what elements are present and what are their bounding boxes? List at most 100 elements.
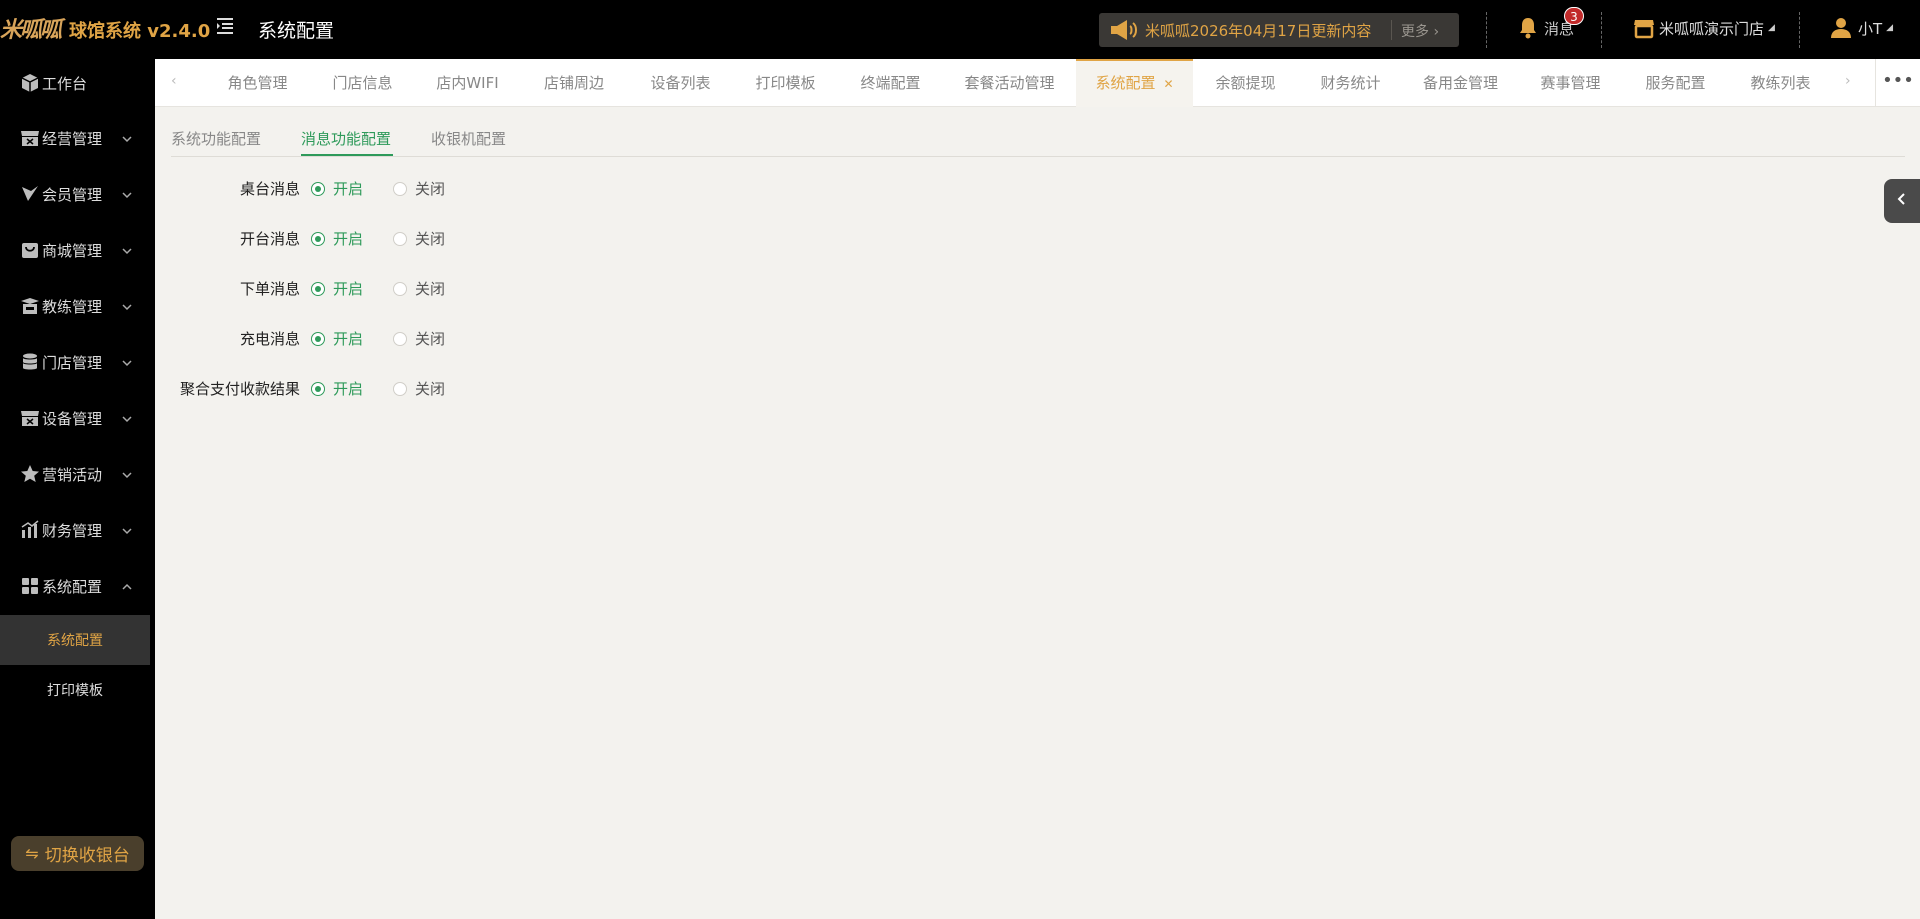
more-icon[interactable]: ••• [1875,59,1920,107]
radio-off[interactable]: 关闭 [393,378,445,399]
device-icon [20,408,40,428]
chevron-down-icon [121,411,133,423]
radio-dot [393,181,407,196]
store-name: 米呱呱演示门店 [1659,19,1765,38]
tabs-scroll-left-icon[interactable]: ‹ [171,73,177,89]
sidebar-subitem-system-config[interactable]: 系统配置 [0,615,150,665]
setting-label: 聚合支付收款结果 [179,380,300,398]
subtab-message-function[interactable]: 消息功能配置 [301,128,391,149]
radio-dot [311,381,325,396]
switch-cashier-button[interactable]: ⇋ 切换收银台 [11,836,144,871]
chevron-down-icon [121,523,133,535]
tab-store-info[interactable]: 门店信息 [310,59,415,107]
sidebar-item-label: 门店管理 [42,353,103,372]
radio-off[interactable]: 关闭 [393,328,445,349]
collapse-panel-button[interactable] [1884,179,1920,223]
sidebar-item-coach[interactable]: 教练管理 [0,284,155,328]
radio-off[interactable]: 关闭 [393,278,445,299]
page-tabs: ‹ 角色管理 门店信息 店内WIFI 店铺周边 设备列表 打印模板 终端配置 套… [155,59,1920,107]
notice-text: 米呱呱2026年04月17日更新内容 [1145,21,1372,40]
megaphone-icon [1109,19,1137,41]
user-menu[interactable]: 小T ◢ [1830,17,1893,39]
notice-more-link[interactable]: 更多 › [1401,21,1439,41]
tab-devices[interactable]: 设备列表 [628,59,733,107]
setting-row-table-message: 桌台消息 开启 关闭 [155,175,555,201]
radio-dot [393,281,407,296]
switch-icon: ⇋ [25,844,39,863]
subtab-cashier-config[interactable]: 收银机配置 [431,128,506,149]
chevron-down-icon [121,187,133,199]
close-icon[interactable]: ✕ [1163,77,1173,91]
cube-icon [20,73,40,93]
update-notice[interactable]: 米呱呱2026年04月17日更新内容 更多 › [1099,13,1459,47]
chevron-left-icon [1895,192,1909,210]
chevron-down-icon [121,243,133,255]
grid-icon [20,576,40,596]
radio-on[interactable]: 开启 [311,328,363,349]
store-selector[interactable]: 米呱呱演示门店 ◢ [1633,17,1775,39]
radio-off[interactable]: 关闭 [393,178,445,199]
tab-terminal-config[interactable]: 终端配置 [838,59,943,107]
radio-off[interactable]: 关闭 [393,228,445,249]
sidebar-subitem-print-template[interactable]: 打印模板 [0,665,150,715]
tab-coach-list[interactable]: 教练列表 [1728,59,1833,107]
radio-dot [311,331,325,346]
v-icon [20,184,40,204]
subtab-active-indicator [301,154,393,156]
setting-row-charging-message: 充电消息 开启 关闭 [155,325,555,351]
sidebar-item-finance[interactable]: 财务管理 [0,508,155,552]
tab-print-template[interactable]: 打印模板 [733,59,838,107]
radio-dot [393,331,407,346]
sidebar-item-system[interactable]: 系统配置 [0,564,155,608]
star-icon [20,464,40,484]
radio-on[interactable]: 开启 [311,228,363,249]
sidebar-item-marketing[interactable]: 营销活动 [0,452,155,496]
radio-dot [393,231,407,246]
chevron-down-icon [121,467,133,479]
radio-dot [311,181,325,196]
top-bar: 米呱呱 球馆系统 v2.4.0 系统配置 米呱呱2026年04月17日更新内容 … [0,0,1920,59]
setting-label: 桌台消息 [239,180,300,198]
radio-dot [311,281,325,296]
sidebar-item-workbench[interactable]: 工作台 [0,61,155,105]
config-subtabs: 系统功能配置 消息功能配置 收银机配置 [171,120,1905,157]
store-icon [20,128,40,148]
sidebar-item-label: 财务管理 [42,521,103,540]
tab-roles[interactable]: 角色管理 [205,59,310,107]
sidebar-item-devices[interactable]: 设备管理 [0,396,155,440]
radio-on[interactable]: 开启 [311,378,363,399]
radio-on[interactable]: 开启 [311,278,363,299]
tab-petty-cash[interactable]: 备用金管理 [1403,59,1518,107]
sidebar-item-label: 工作台 [42,74,88,93]
sidebar-item-business[interactable]: 经营管理 [0,116,155,160]
tab-wifi[interactable]: 店内WIFI [415,59,520,107]
chevron-down-icon [121,131,133,143]
chevron-down-icon [121,355,133,367]
logo-text: 米呱呱 [0,18,62,43]
divider [1799,12,1800,48]
sidebar-item-members[interactable]: 会员管理 [0,172,155,216]
tab-system-config[interactable]: 系统配置 ✕ [1076,59,1193,107]
setting-row-aggregate-payment: 聚合支付收款结果 开启 关闭 [155,375,555,401]
sidebar-item-mall[interactable]: 商城管理 [0,228,155,272]
tab-balance-withdraw[interactable]: 余额提现 [1193,59,1298,107]
logo: 米呱呱 [0,12,62,44]
tab-nearby[interactable]: 店铺周边 [520,59,628,107]
bell-icon [1518,17,1538,39]
sidebar-item-label: 设备管理 [42,409,103,428]
coach-icon [20,296,40,316]
caret-down-icon: ◢ [1768,23,1775,33]
tab-service-config[interactable]: 服务配置 [1623,59,1728,107]
tab-events[interactable]: 赛事管理 [1518,59,1623,107]
sidebar-item-label: 教练管理 [42,297,103,316]
sidebar: 工作台 经营管理 会员管理 商城管理 教练管理 门店管理 设备管理 营销活动 财… [0,59,155,919]
bag-icon [20,240,40,260]
sidebar-item-stores[interactable]: 门店管理 [0,340,155,384]
menu-toggle-icon[interactable] [216,17,234,35]
tabs-scroll-right-icon[interactable]: › [1845,73,1851,89]
tab-package-activity[interactable]: 套餐活动管理 [943,59,1076,107]
radio-on[interactable]: 开启 [311,178,363,199]
sidebar-item-label: 经营管理 [42,129,103,148]
subtab-system-function[interactable]: 系统功能配置 [171,128,261,149]
tab-finance-stats[interactable]: 财务统计 [1298,59,1403,107]
